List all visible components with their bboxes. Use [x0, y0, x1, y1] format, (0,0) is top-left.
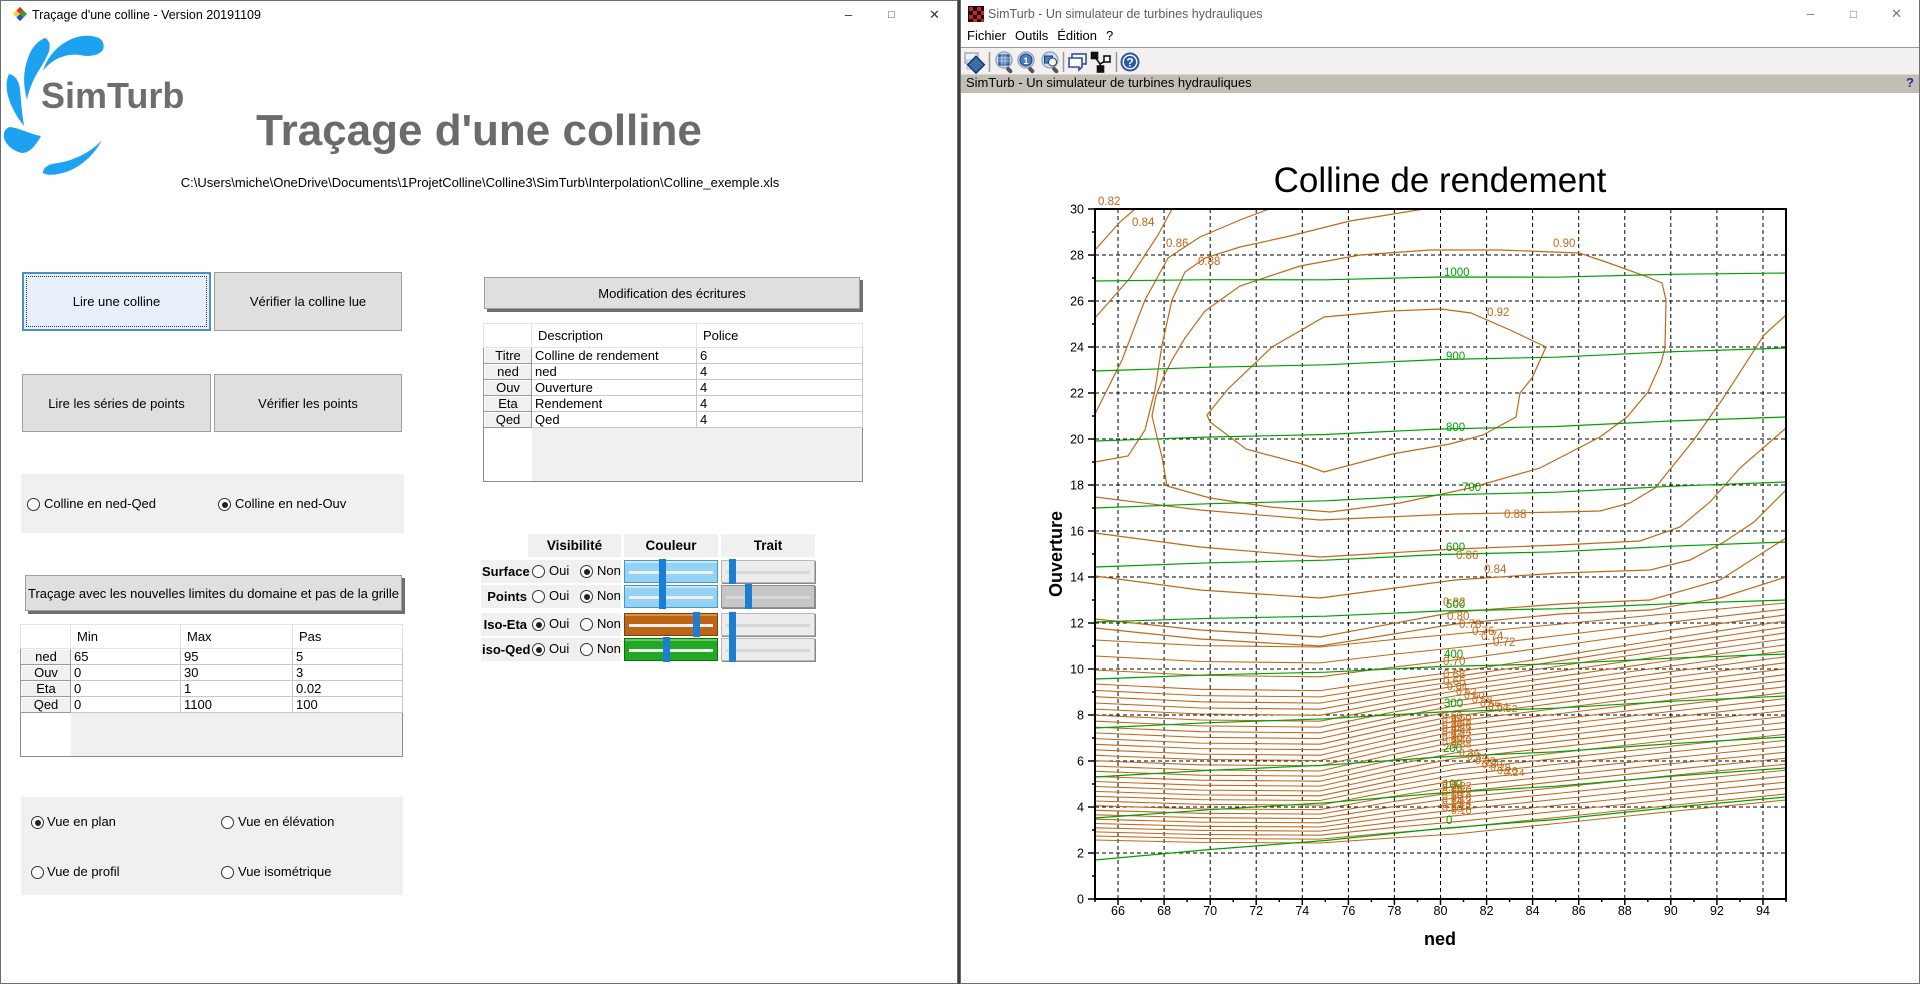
svg-text:94: 94: [1756, 904, 1770, 918]
svg-text:16: 16: [1070, 524, 1084, 538]
svg-text:74: 74: [1295, 904, 1309, 918]
svg-text:0.52: 0.52: [1497, 703, 1518, 715]
svg-text:0.88: 0.88: [1504, 509, 1526, 521]
svg-text:4: 4: [1077, 800, 1084, 814]
svg-text:0.82: 0.82: [1098, 196, 1120, 208]
svg-text:0.88: 0.88: [1198, 256, 1220, 268]
svg-text:90: 90: [1664, 904, 1678, 918]
svg-text:24: 24: [1070, 340, 1084, 354]
svg-text:0.72: 0.72: [1493, 637, 1515, 649]
svg-text:Colline de rendement: Colline de rendement: [1274, 161, 1607, 200]
svg-text:800: 800: [1446, 422, 1465, 434]
svg-text:2: 2: [1077, 846, 1084, 860]
svg-text:0.86: 0.86: [1166, 238, 1188, 250]
svg-text:0.92: 0.92: [1487, 307, 1509, 319]
svg-text:Ouverture: Ouverture: [1046, 511, 1066, 597]
svg-text:30: 30: [1070, 202, 1084, 216]
svg-text:300: 300: [1444, 698, 1463, 710]
svg-text:0.84: 0.84: [1484, 564, 1507, 576]
svg-text:66: 66: [1111, 904, 1125, 918]
svg-text:ned: ned: [1424, 929, 1456, 949]
svg-text:72: 72: [1249, 904, 1263, 918]
svg-text:1000: 1000: [1444, 267, 1470, 279]
svg-text:0.24: 0.24: [1504, 767, 1525, 779]
svg-text:76: 76: [1341, 904, 1355, 918]
svg-text:88: 88: [1618, 904, 1632, 918]
svg-text:82: 82: [1480, 904, 1494, 918]
svg-text:12: 12: [1070, 616, 1084, 630]
svg-text:8: 8: [1077, 708, 1084, 722]
svg-text:86: 86: [1572, 904, 1586, 918]
svg-text:10: 10: [1070, 662, 1084, 676]
svg-text:0.84: 0.84: [1132, 217, 1155, 229]
svg-text:0.70: 0.70: [1443, 656, 1465, 668]
svg-text:20: 20: [1070, 432, 1084, 446]
svg-text:28: 28: [1070, 248, 1084, 262]
svg-text:18: 18: [1070, 478, 1084, 492]
svg-text:900: 900: [1446, 351, 1465, 363]
svg-text:0.90: 0.90: [1553, 238, 1575, 250]
svg-text:26: 26: [1070, 294, 1084, 308]
svg-text:80: 80: [1434, 904, 1448, 918]
svg-text:84: 84: [1526, 904, 1540, 918]
svg-text:14: 14: [1070, 570, 1084, 584]
svg-text:0.10: 0.10: [1451, 805, 1472, 817]
svg-text:22: 22: [1070, 386, 1084, 400]
svg-text:6: 6: [1077, 754, 1084, 768]
svg-text:68: 68: [1157, 904, 1171, 918]
svg-text:700: 700: [1462, 482, 1481, 494]
svg-text:0.82: 0.82: [1443, 597, 1465, 609]
svg-text:92: 92: [1710, 904, 1724, 918]
svg-text:70: 70: [1203, 904, 1217, 918]
svg-text:0: 0: [1077, 892, 1084, 906]
svg-text:78: 78: [1387, 904, 1401, 918]
svg-text:0.86: 0.86: [1456, 550, 1478, 562]
